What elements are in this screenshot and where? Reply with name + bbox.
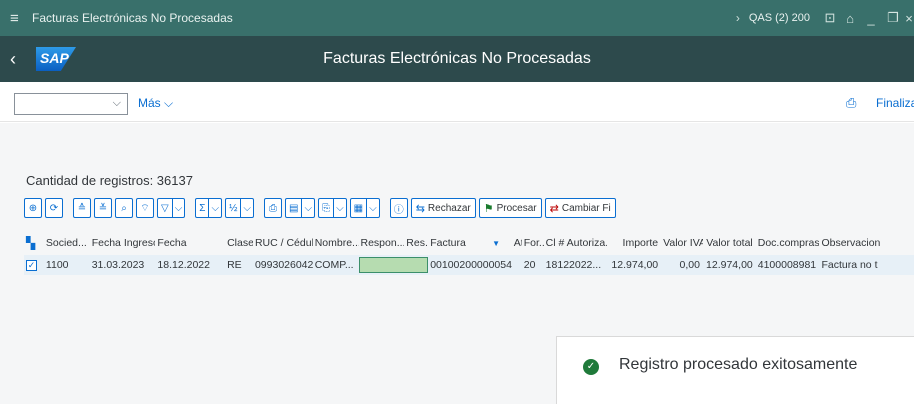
column-header[interactable]: Factura ▼ bbox=[428, 237, 512, 249]
flag-icon: ⚑ bbox=[483, 202, 494, 215]
responsible-input[interactable] bbox=[358, 257, 429, 273]
column-header[interactable]: Fecha bbox=[155, 237, 225, 249]
table-cell: 12.974,00 bbox=[611, 259, 659, 271]
column-header-label: RUC / Cédula bbox=[254, 237, 313, 249]
process-button[interactable]: ⚑ Procesar bbox=[478, 198, 542, 218]
column-header[interactable]: Cl # Autoriza... bbox=[544, 237, 608, 249]
new-session-icon[interactable]: ⊡ bbox=[820, 10, 840, 26]
column-header[interactable]: Doc.compras bbox=[756, 237, 820, 249]
column-header[interactable]: Socied... bbox=[44, 237, 90, 249]
minimize-icon[interactable]: _ bbox=[860, 11, 882, 26]
table-cell: 12.974,00 bbox=[706, 259, 753, 271]
change-label: Cambiar Fi bbox=[561, 202, 611, 214]
app-toolbar: ⌵ Más ⌵ ⎙ Finalizar bbox=[0, 82, 914, 122]
content-area: Cantidad de registros: 36137 ⊕ ⟳ ≙ ≚ ⌕ ⌔… bbox=[0, 123, 914, 404]
export-button[interactable]: ⎘ ⌵ bbox=[318, 198, 347, 218]
layout-icon[interactable]: ▚ bbox=[24, 236, 44, 250]
refresh-icon[interactable]: ⟳ bbox=[45, 198, 63, 218]
message-text: Registro procesado exitosamente bbox=[619, 356, 858, 373]
sap-logo: SAP bbox=[36, 47, 76, 71]
sort-ascending-icon[interactable]: ≙ bbox=[73, 198, 91, 218]
row-select-checkbox[interactable]: ✓ bbox=[24, 259, 44, 271]
variant-select[interactable]: ⌵ bbox=[14, 93, 128, 115]
table-header: ▚ Socied... Fecha Ingreso Fecha Clase RU… bbox=[24, 233, 914, 253]
table-cell: RE bbox=[227, 259, 242, 271]
find-next-icon[interactable]: ⌔ bbox=[136, 198, 154, 218]
find-icon[interactable]: ⌕ bbox=[115, 198, 133, 218]
chevron-down-icon: ⌵ bbox=[112, 97, 121, 109]
print-icon[interactable]: ⎙ bbox=[264, 198, 283, 218]
column-header[interactable]: At bbox=[512, 237, 522, 249]
reject-icon: ⇆ bbox=[415, 202, 425, 215]
info-icon[interactable]: ⓘ bbox=[389, 198, 408, 218]
table-cell: COMP... bbox=[314, 259, 354, 271]
record-count: Cantidad de registros: 36137 bbox=[26, 173, 193, 188]
views-button[interactable]: ▤ ⌵ bbox=[285, 198, 316, 218]
column-header[interactable]: RUC / Cédula▼ bbox=[253, 237, 313, 249]
success-message: ✓ Registro procesado exitosamente bbox=[556, 336, 914, 404]
process-label: Procesar bbox=[496, 202, 537, 214]
layout-button[interactable]: ▦ ⌵ bbox=[349, 198, 380, 218]
success-icon: ✓ bbox=[583, 359, 599, 375]
column-header[interactable]: Valor total bbox=[703, 237, 756, 249]
details-icon[interactable]: ⊕ bbox=[24, 198, 42, 218]
column-header[interactable]: Clase bbox=[225, 237, 253, 249]
column-header[interactable]: Fecha Ingreso bbox=[90, 237, 156, 249]
table-cell: 09930260420... bbox=[254, 259, 313, 271]
column-header[interactable]: Importe bbox=[607, 237, 661, 249]
table-cell: Factura no t bbox=[821, 259, 878, 271]
column-header[interactable]: Valor IVA bbox=[661, 237, 703, 249]
subtotal-button[interactable]: ½ ⌵ bbox=[225, 198, 255, 218]
close-icon[interactable]: × bbox=[904, 11, 914, 26]
back-icon[interactable]: ‹ bbox=[10, 49, 32, 70]
reject-button[interactable]: ⇆ Rechazar bbox=[410, 198, 476, 218]
sum-button[interactable]: Σ ⌵ bbox=[195, 198, 223, 218]
page-title: Facturas Electrónicas No Procesadas bbox=[323, 50, 591, 67]
column-header[interactable]: Respon... bbox=[359, 237, 405, 249]
filter-button[interactable]: ▽ ⌵ bbox=[157, 198, 186, 218]
chevron-right-icon[interactable]: › bbox=[727, 11, 749, 25]
table-cell: 4100008981 bbox=[757, 259, 817, 271]
reject-label: Rechazar bbox=[427, 202, 471, 214]
column-header[interactable]: Res... bbox=[404, 237, 428, 249]
column-header-label: Factura bbox=[430, 237, 466, 249]
table-cell: 31.03.2023 bbox=[91, 259, 145, 271]
change-button[interactable]: ⇄ Cambiar Fi bbox=[544, 198, 616, 218]
table-cell: 1100 bbox=[45, 259, 69, 271]
column-header[interactable]: Observacion bbox=[819, 237, 914, 249]
exit-button[interactable]: Finalizar bbox=[876, 96, 914, 110]
window-title: Facturas Electrónicas No Procesadas bbox=[32, 11, 233, 25]
alv-toolbar: ⊕ ⟳ ≙ ≚ ⌕ ⌔ ▽ ⌵ Σ ⌵ ½ ⌵ ⎙ ▤ ⌵ ⎘ ⌵ ▦ ⌵ ⓘ ⇆ Recha… bbox=[24, 197, 616, 219]
table-cell: 0,00 bbox=[679, 259, 700, 271]
more-menu[interactable]: Más ⌵ bbox=[138, 96, 173, 111]
sort-descending-icon[interactable]: ≚ bbox=[94, 198, 112, 218]
lock-icon[interactable]: ⌂ bbox=[840, 11, 860, 26]
shell-bar: ‹ SAP Facturas Electrónicas No Procesada… bbox=[0, 36, 914, 82]
print-icon[interactable]: ⎙ bbox=[846, 95, 856, 111]
table-cell: 20 bbox=[523, 259, 536, 271]
window-controls: › QAS (2) 200 ⊡ ⌂ _ ❐ × bbox=[727, 0, 914, 36]
more-label: Más bbox=[138, 96, 161, 110]
table-cell: 18122022... bbox=[545, 259, 602, 271]
table-cell: 18.12.2022 bbox=[157, 259, 210, 271]
change-icon: ⇄ bbox=[549, 202, 559, 215]
table-row[interactable]: ✓ 1100 31.03.2023 18.12.2022 RE 09930260… bbox=[24, 255, 914, 275]
chevron-down-icon: ⌵ bbox=[164, 96, 174, 110]
table-cell: 001002000000543 bbox=[430, 259, 512, 271]
column-header[interactable]: Nombre... bbox=[313, 237, 359, 249]
column-header[interactable]: For... bbox=[522, 237, 544, 249]
hamburger-icon[interactable]: ≡ bbox=[10, 10, 30, 27]
maximize-icon[interactable]: ❐ bbox=[882, 10, 904, 26]
system-info[interactable]: QAS (2) 200 bbox=[749, 12, 810, 24]
window-title-bar: ≡ Facturas Electrónicas No Procesadas › … bbox=[0, 0, 914, 36]
sort-icon: ▼ bbox=[492, 239, 500, 248]
